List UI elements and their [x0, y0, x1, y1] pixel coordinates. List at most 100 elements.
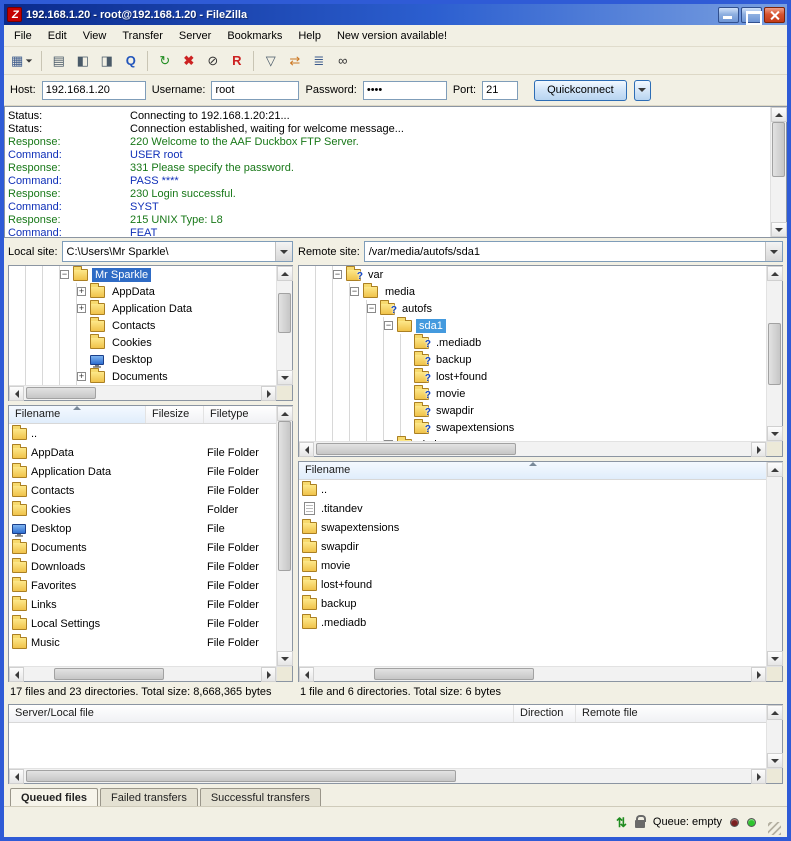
tree-item[interactable]: Mr Sparkle — [9, 266, 276, 283]
file-row[interactable]: swapextensions — [299, 518, 766, 537]
scroll-right-button[interactable] — [261, 386, 276, 401]
tree-item[interactable]: Application Data — [9, 300, 276, 317]
expander-minus-icon[interactable] — [350, 287, 359, 296]
expander-minus-icon[interactable] — [333, 270, 342, 279]
expander-minus-icon[interactable] — [384, 321, 393, 330]
tree-item[interactable]: movie — [299, 385, 766, 402]
scroll-up-button[interactable] — [277, 266, 293, 281]
host-input[interactable] — [42, 81, 146, 100]
scroll-left-button[interactable] — [9, 667, 24, 682]
menu-item-edit[interactable]: Edit — [40, 27, 75, 45]
scrollbar-thumb[interactable] — [316, 443, 516, 455]
tree-item[interactable]: Contacts — [9, 317, 276, 334]
tree-item[interactable]: Documents — [9, 368, 276, 385]
local-list-vertical-scrollbar[interactable] — [276, 406, 292, 666]
menu-item-new-version[interactable]: New version available! — [329, 27, 455, 45]
tree-item[interactable]: media — [299, 283, 766, 300]
combo-dropdown-icon[interactable] — [275, 242, 292, 261]
menu-item-help[interactable]: Help — [290, 27, 329, 45]
scrollbar-thumb[interactable] — [26, 770, 456, 782]
tree-item[interactable]: autofs — [299, 300, 766, 317]
title-bar[interactable]: 192.168.1.20 - root@192.168.1.20 - FileZ… — [4, 4, 787, 25]
tree-item[interactable]: AppData — [9, 283, 276, 300]
filter-button[interactable]: ▽ — [259, 50, 282, 72]
expander-minus-icon[interactable] — [60, 270, 69, 279]
scroll-down-button[interactable] — [767, 651, 783, 666]
file-row[interactable]: CookiesFolder — [9, 500, 276, 519]
scroll-right-button[interactable] — [751, 769, 766, 784]
scroll-right-button[interactable] — [751, 667, 766, 682]
tree-item[interactable]: Desktop — [9, 351, 276, 368]
maximize-button[interactable] — [741, 7, 762, 23]
file-row[interactable]: .. — [299, 480, 766, 499]
menu-item-transfer[interactable]: Transfer — [114, 27, 171, 45]
speed-limits-icon[interactable]: ⇅ — [616, 816, 627, 829]
file-row[interactable]: .mediadb — [299, 613, 766, 632]
file-row[interactable]: DesktopFile — [9, 519, 276, 538]
scroll-up-button[interactable] — [767, 462, 783, 477]
column-header-filesize[interactable]: Filesize — [146, 406, 204, 423]
local-list-horizontal-scrollbar[interactable] — [9, 666, 276, 681]
scroll-left-button[interactable] — [299, 667, 314, 682]
scrollbar-thumb[interactable] — [26, 387, 96, 399]
find-files-button[interactable]: ∞ — [331, 50, 354, 72]
tree-item[interactable]: backup — [299, 351, 766, 368]
file-row[interactable]: .titandev — [299, 499, 766, 518]
column-header-filename[interactable]: Filename — [299, 462, 766, 479]
file-row[interactable]: lost+found — [299, 575, 766, 594]
queue-header-direction[interactable]: Direction — [514, 705, 576, 722]
reconnect-button[interactable]: R — [225, 50, 248, 72]
toggle-message-log-button[interactable]: ▤ — [47, 50, 70, 72]
tree-item[interactable]: Cookies — [9, 334, 276, 351]
close-button[interactable] — [764, 7, 785, 23]
tree-item[interactable]: .mediadb — [299, 334, 766, 351]
column-header-filetype[interactable]: Filetype — [204, 406, 276, 423]
expander-plus-icon[interactable] — [77, 287, 86, 296]
tab-successful-transfers[interactable]: Successful transfers — [200, 788, 321, 806]
expander-plus-icon[interactable] — [77, 372, 86, 381]
scroll-up-button[interactable] — [771, 107, 787, 122]
scrollbar-thumb[interactable] — [54, 668, 164, 680]
tree-item[interactable]: var — [299, 266, 766, 283]
expander-plus-icon[interactable] — [77, 304, 86, 313]
file-row[interactable]: FavoritesFile Folder — [9, 576, 276, 595]
tree-item[interactable]: swapdir — [299, 402, 766, 419]
encryption-icon[interactable] — [635, 820, 645, 828]
scroll-down-button[interactable] — [277, 370, 293, 385]
expander-plus-icon[interactable] — [384, 440, 393, 441]
scrollbar-thumb[interactable] — [278, 293, 291, 333]
queue-horizontal-scrollbar[interactable] — [9, 768, 766, 783]
file-row[interactable]: swapdir — [299, 537, 766, 556]
tree-item[interactable]: lost+found — [299, 368, 766, 385]
scroll-down-button[interactable] — [767, 426, 783, 441]
file-row[interactable]: .. — [9, 424, 276, 443]
scroll-left-button[interactable] — [299, 442, 314, 457]
local-site-combo[interactable]: C:\Users\Mr Sparkle\ — [62, 241, 293, 262]
scroll-left-button[interactable] — [9, 386, 24, 401]
scroll-left-button[interactable] — [9, 769, 24, 784]
combo-dropdown-icon[interactable] — [765, 242, 782, 261]
resize-grip[interactable] — [768, 822, 781, 835]
toggle-local-tree-button[interactable]: ◧ — [71, 50, 94, 72]
queue-header-remote-file[interactable]: Remote file — [576, 705, 766, 722]
local-tree-vertical-scrollbar[interactable] — [276, 266, 292, 385]
disconnect-button[interactable]: ⊘ — [201, 50, 224, 72]
scrollbar-thumb[interactable] — [768, 323, 781, 385]
menu-item-server[interactable]: Server — [171, 27, 219, 45]
minimize-button[interactable] — [718, 7, 739, 23]
file-row[interactable]: DownloadsFile Folder — [9, 557, 276, 576]
menu-item-file[interactable]: File — [6, 27, 40, 45]
scroll-down-button[interactable] — [277, 651, 293, 666]
password-input[interactable] — [363, 81, 447, 100]
expander-minus-icon[interactable] — [367, 304, 376, 313]
scroll-down-button[interactable] — [771, 222, 787, 237]
tree-item[interactable]: sda1 — [299, 317, 766, 334]
file-row[interactable]: Local SettingsFile Folder — [9, 614, 276, 633]
file-row[interactable]: ContactsFile Folder — [9, 481, 276, 500]
quickconnect-button[interactable]: Quickconnect — [534, 80, 627, 101]
tab-queued-files[interactable]: Queued files — [10, 788, 98, 806]
toggle-remote-tree-button[interactable]: ◨ — [95, 50, 118, 72]
tree-item[interactable]: dvd — [299, 436, 766, 441]
file-row[interactable]: LinksFile Folder — [9, 595, 276, 614]
menu-item-bookmarks[interactable]: Bookmarks — [219, 27, 290, 45]
